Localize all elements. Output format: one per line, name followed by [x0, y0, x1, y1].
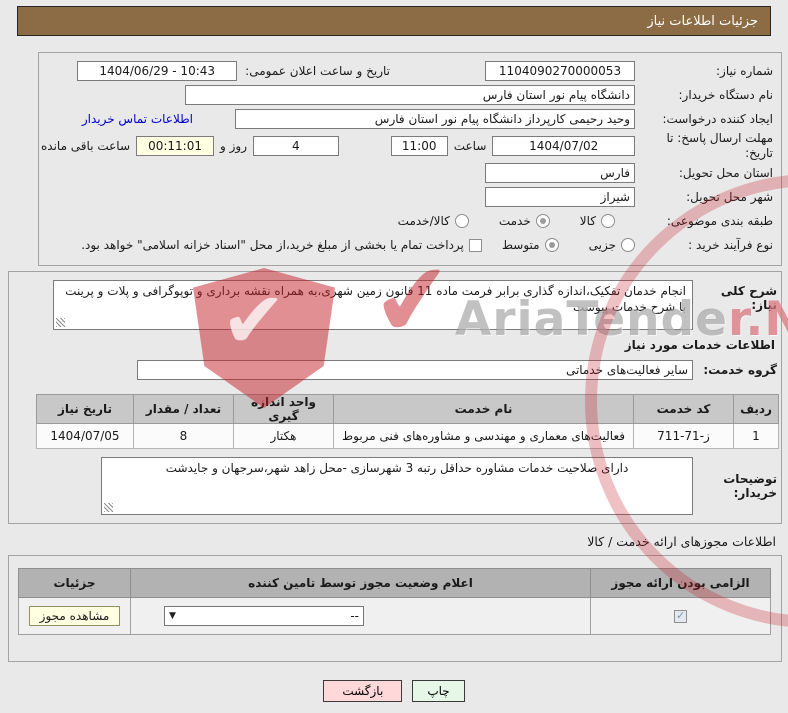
- cell-row-number: 1: [733, 423, 779, 449]
- view-license-button[interactable]: مشاهده مجوز: [28, 606, 121, 626]
- radio-partial-label: جزیی: [588, 238, 616, 252]
- cell-license-required: [590, 597, 771, 635]
- need-number-input[interactable]: 1104090270000053: [485, 61, 635, 81]
- general-description-label: شرح کلی نیاز:: [720, 284, 777, 312]
- province-input[interactable]: فارس: [485, 163, 635, 183]
- days-label: روز و: [220, 139, 248, 153]
- radio-goods[interactable]: [601, 214, 615, 228]
- col-quantity: تعداد / مقدار: [133, 394, 234, 424]
- col-service-code: کد خدمت: [633, 394, 734, 424]
- service-group-label: گروه خدمت:: [703, 363, 777, 377]
- buyer-contact-link[interactable]: اطلاعات تماس خریدار: [82, 112, 193, 126]
- cell-service-name: فعالیت‌های معماری و مهندسی و مشاوره‌های …: [333, 423, 634, 449]
- need-number-label: شماره نیاز:: [716, 63, 773, 78]
- creator-input[interactable]: وحید رحیمی کارپرداز دانشگاه پیام نور است…: [235, 109, 635, 129]
- buyer-notes-row: توضیحات خریدار: دارای صلاحیت خدمات مشاور…: [9, 457, 781, 515]
- cell-license-details: مشاهده مجوز: [18, 597, 131, 635]
- general-description-row: شرح کلی نیاز: انجام خدمان تفکیک،اندازه گ…: [9, 280, 781, 330]
- radio-medium[interactable]: [544, 238, 559, 252]
- services-table-header-row: ردیف کد خدمت نام خدمت واحد اندازه گیری ت…: [36, 394, 779, 424]
- process-type-label: نوع فرآیند خرید :: [688, 237, 773, 252]
- general-description-textarea[interactable]: انجام خدمان تفکیک،اندازه گذاری برابر فرم…: [53, 280, 693, 330]
- licenses-section-title: اطلاعات مجوزهای ارائه خدمت / کالا: [587, 534, 776, 549]
- deadline-label: مهلت ارسال پاسخ: تا تاریخ:: [666, 131, 773, 160]
- col-license-required: الزامی بودن ارائه مجوز: [590, 568, 771, 598]
- radio-service[interactable]: [535, 214, 550, 228]
- license-required-checkbox[interactable]: [674, 609, 687, 623]
- remaining-days-input[interactable]: 4: [253, 136, 339, 156]
- treasury-checkbox-label: پرداخت تمام یا بخشی از مبلغ خرید،از محل …: [81, 238, 464, 252]
- services-section-title: اطلاعات خدمات مورد نیاز: [624, 338, 775, 352]
- footer-buttons: چاپ بازگشت: [0, 680, 788, 702]
- hour-label: ساعت: [453, 139, 487, 153]
- category-row: طبقه بندی موضوعی: کالا خدمت کالا/خدمت: [41, 209, 779, 233]
- buyer-org-input[interactable]: دانشگاه پیام نور استان فارس: [185, 85, 635, 105]
- radio-goods-service-label: کالا/خدمت: [397, 214, 450, 228]
- services-table: ردیف کد خدمت نام خدمت واحد اندازه گیری ت…: [36, 394, 779, 449]
- cell-unit: هکتار: [233, 423, 334, 449]
- col-license-status: اعلام وضعیت مجوز توسط تامین کننده: [130, 568, 591, 598]
- services-panel: شرح کلی نیاز: انجام خدمان تفکیک،اندازه گ…: [8, 271, 782, 524]
- chevron-down-icon: ▼: [169, 611, 176, 621]
- deadline-date-input[interactable]: 1404/07/02: [492, 136, 635, 156]
- creator-label: ایجاد کننده درخواست:: [662, 111, 773, 126]
- need-number-row: شماره نیاز: 1104090270000053 تاریخ و ساع…: [41, 59, 779, 83]
- creator-row: ایجاد کننده درخواست: وحید رحیمی کارپرداز…: [41, 107, 779, 131]
- radio-goods-service[interactable]: [454, 214, 469, 228]
- radio-medium-label: متوسط: [501, 238, 540, 252]
- province-row: استان محل تحویل: فارس: [41, 161, 779, 185]
- licenses-table-header-row: الزامی بودن ارائه مجوز اعلام وضعیت مجوز …: [18, 568, 771, 598]
- need-info-panel: شماره نیاز: 1104090270000053 تاریخ و ساع…: [38, 52, 782, 266]
- back-button[interactable]: بازگشت: [323, 680, 403, 702]
- service-group-input[interactable]: سایر فعالیت‌های خدماتی: [137, 360, 693, 380]
- print-button[interactable]: چاپ: [412, 680, 465, 702]
- services-table-row: 1 ز-71-711 فعالیت‌های معماری و مهندسی و …: [36, 423, 779, 449]
- radio-goods-label: کالا: [579, 214, 596, 228]
- radio-service-label: خدمت: [498, 214, 531, 228]
- province-label: استان محل تحویل:: [678, 165, 773, 180]
- city-input[interactable]: شیراز: [485, 187, 635, 207]
- buyer-notes-label: توضیحات خریدار:: [723, 472, 777, 500]
- buyer-org-label: نام دستگاه خریدار:: [678, 87, 774, 102]
- treasury-checkbox[interactable]: [468, 238, 482, 252]
- remaining-label: ساعت باقی مانده: [40, 139, 131, 153]
- city-row: شهر محل تحویل: شیراز: [41, 185, 779, 209]
- page-title: جزئیات اطلاعات نیاز: [17, 6, 771, 36]
- col-need-date: تاریخ نیاز: [36, 394, 134, 424]
- process-type-row: نوع فرآیند خرید : جزیی متوسط پرداخت تمام…: [41, 233, 779, 257]
- licenses-table-row: -- ▼ مشاهده مجوز: [18, 597, 771, 635]
- licenses-table: الزامی بودن ارائه مجوز اعلام وضعیت مجوز …: [18, 568, 771, 635]
- deadline-row: مهلت ارسال پاسخ: تا تاریخ: 1404/07/02 سا…: [41, 131, 779, 161]
- cell-license-status: -- ▼: [130, 597, 591, 635]
- license-status-select[interactable]: -- ▼: [164, 606, 364, 626]
- remaining-time-box: 00:11:01: [136, 136, 215, 156]
- service-group-row: گروه خدمت: سایر فعالیت‌های خدماتی: [9, 358, 781, 382]
- category-label: طبقه بندی موضوعی:: [666, 213, 773, 228]
- license-status-value: --: [350, 609, 359, 623]
- buyer-org-row: نام دستگاه خریدار: دانشگاه پیام نور استا…: [41, 83, 779, 107]
- radio-partial[interactable]: [621, 238, 635, 252]
- buyer-notes-textarea[interactable]: دارای صلاحیت خدمات مشاوره حداقل رتبه 3 ش…: [101, 457, 693, 515]
- cell-quantity: 8: [133, 423, 234, 449]
- deadline-time-input[interactable]: 11:00: [390, 136, 448, 156]
- cell-service-code: ز-71-711: [633, 423, 734, 449]
- city-label: شهر محل تحویل:: [686, 189, 773, 204]
- announce-datetime-label: تاریخ و ساعت اعلان عمومی:: [245, 64, 390, 78]
- col-row-number: ردیف: [733, 394, 779, 424]
- licenses-panel: الزامی بودن ارائه مجوز اعلام وضعیت مجوز …: [8, 555, 782, 662]
- col-license-details: جزئیات: [18, 568, 131, 598]
- col-unit: واحد اندازه گیری: [233, 394, 334, 424]
- col-service-name: نام خدمت: [333, 394, 634, 424]
- cell-need-date: 1404/07/05: [36, 423, 134, 449]
- announce-datetime-input[interactable]: 1404/06/29 - 10:43: [77, 61, 238, 81]
